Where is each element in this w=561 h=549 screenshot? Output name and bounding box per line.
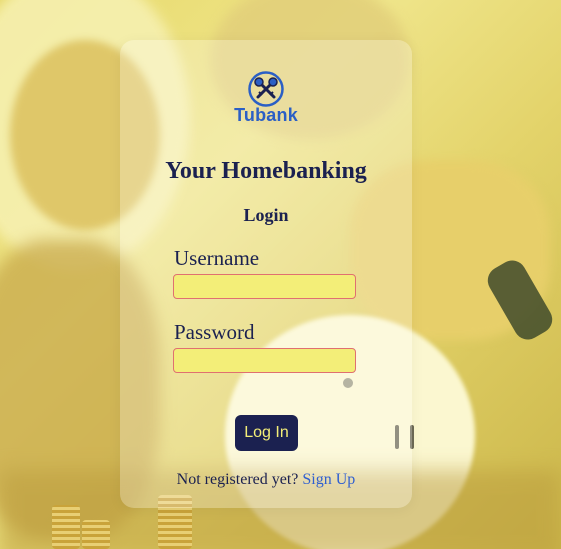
username-input[interactable] — [173, 274, 356, 299]
password-label: Password — [174, 320, 255, 344]
login-heading: Login — [243, 205, 289, 225]
signup-prompt: Not registered yet? Sign Up — [120, 471, 412, 489]
login-card: Tubank Your Homebanking Login Username P… — [120, 40, 412, 508]
crossed-keys-icon — [247, 70, 285, 108]
signup-prompt-text: Not registered yet? — [176, 471, 299, 488]
page-title: Your Homebanking — [165, 158, 367, 184]
login-button[interactable]: Log In — [235, 415, 298, 451]
brand-name: Tubank — [234, 105, 298, 125]
username-label: Username — [174, 246, 260, 270]
signup-link[interactable]: Sign Up — [302, 471, 355, 488]
password-input[interactable] — [173, 348, 356, 373]
